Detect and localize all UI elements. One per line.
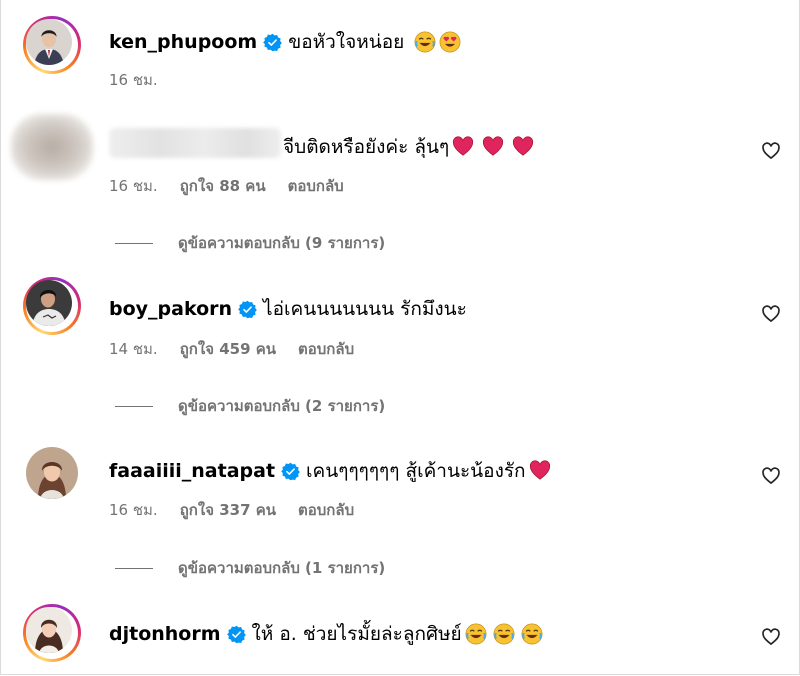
like-heart-icon[interactable] [761,627,781,647]
like-heart-icon[interactable] [761,141,781,161]
username[interactable]: boy_pakorn [109,298,232,320]
like-heart-icon[interactable] [761,466,781,486]
red-heart-emoji [453,136,474,156]
view-replies-button[interactable]: ดูข้อความตอบกลับ (1 รายการ) [115,556,385,580]
likes-count[interactable]: ถูกใจ 88 คน [180,174,266,198]
comment-text: จีบติดหรือยังค่ะ ลุ้นๆ [283,136,450,158]
verified-badge-icon [238,300,257,318]
comment-time: 16 ชม. [109,501,158,519]
likes-count[interactable]: ถูกใจ 459 คน [180,337,276,361]
reply-button[interactable]: ตอบกลับ [298,498,354,522]
red-heart-emoji [513,136,534,156]
avatar[interactable] [23,604,81,662]
reply-button[interactable]: ตอบกลับ [288,174,344,198]
heart-eyes-emoji [439,31,461,53]
view-replies-button[interactable]: ดูข้อความตอบกลับ (9 รายการ) [115,231,385,255]
divider [115,567,153,569]
comment-time: 16 ชม. [109,177,158,195]
likes-count[interactable]: ถูกใจ 337 คน [180,498,276,522]
username[interactable]: djtonhorm [109,623,221,645]
comment-text: ไอ่เคนนนนนนน รักมึงนะ [263,298,467,320]
red-heart-emoji [483,136,504,156]
comment-text: เคนๆๆๆๆๆๆ สู้เค้านะน้องรัก [306,460,526,482]
avatar[interactable] [23,277,81,335]
red-heart-emoji [529,460,550,480]
caption-text: ขอหัวใจหน่อย [288,31,405,53]
avatar[interactable] [23,16,81,74]
joy-emoji [521,623,543,645]
view-replies-label: ดูข้อความตอบกลับ (9 รายการ) [178,234,386,252]
view-replies-button[interactable]: ดูข้อความตอบกลับ (2 รายการ) [115,394,385,418]
divider [115,242,153,244]
joy-emoji [414,31,436,53]
joy-emoji [493,623,515,645]
username[interactable]: ken_phupoom [109,31,257,53]
reply-button[interactable]: ตอบกลับ [298,337,354,361]
view-replies-label: ดูข้อความตอบกลับ (1 รายการ) [178,559,386,577]
verified-badge-icon [281,462,300,480]
view-replies-label: ดูข้อความตอบกลับ (2 รายการ) [178,397,386,415]
username[interactable]: faaaiiii_natapat [109,460,275,482]
verified-badge-icon [263,33,283,51]
avatar[interactable] [11,114,93,180]
like-heart-icon[interactable] [761,304,781,324]
comments-panel: ken_phupoom ขอหัวใจหน่อย 16 ชม. จีบติดหร… [0,0,800,675]
divider [115,405,153,407]
comment-text: ให้ อ. ช่วยไรมั้ยล่ะลูกศิษย์ [251,623,462,645]
avatar[interactable] [26,447,78,499]
comment-time: 14 ชม. [109,340,158,358]
verified-badge-icon [226,625,246,643]
username[interactable] [109,128,281,158]
caption-time: 16 ชม. [109,71,158,89]
joy-emoji [465,623,487,645]
